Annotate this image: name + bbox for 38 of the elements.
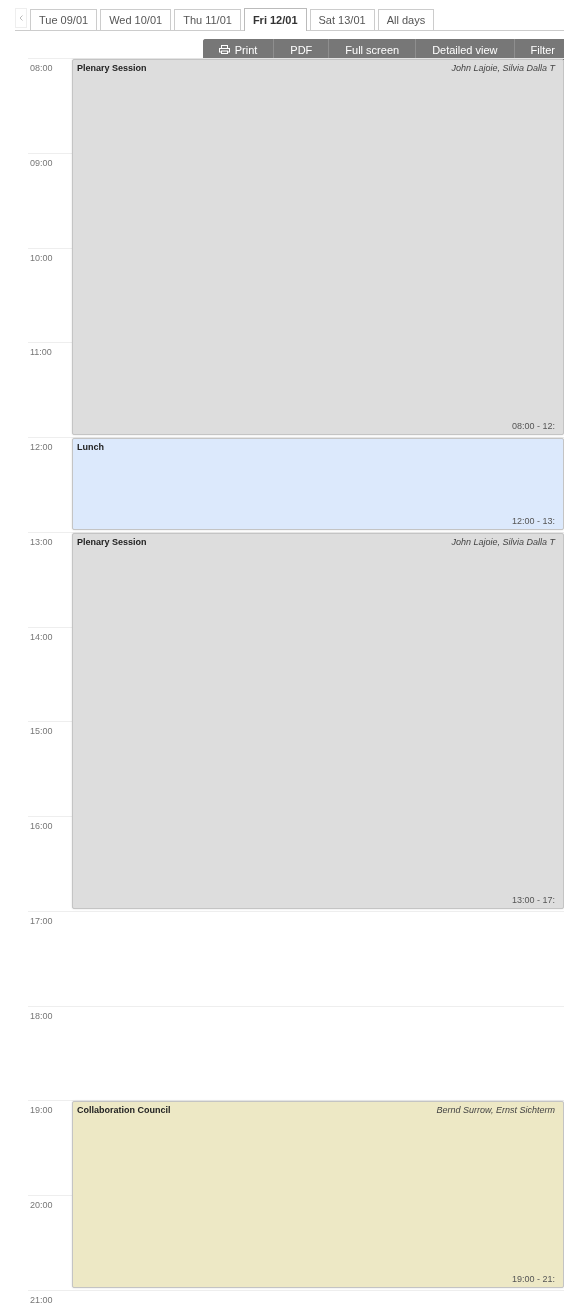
day-tab[interactable]: All days xyxy=(377,9,435,30)
day-tab[interactable]: Fri 12/01 xyxy=(243,8,307,31)
event-time: 12:00 - 13: xyxy=(511,515,555,526)
event-block[interactable]: Collaboration Council Bernd Surrow, Ernst Sichterm 19:00 - 21: xyxy=(72,1101,564,1288)
event-speakers: John Lajoie, Silvia Dalla T xyxy=(451,63,555,73)
event-time: 08:00 - 12: xyxy=(511,421,555,431)
hour-label: 19:00 xyxy=(30,1104,54,1117)
event-title: Plenary Session xyxy=(77,63,147,73)
day-tab[interactable]: Sat 13/01 xyxy=(309,9,375,30)
event-title: Collaboration Council xyxy=(77,1105,171,1116)
hour-label: 15:00 xyxy=(30,725,54,738)
event-speakers: Bernd Surrow, Ernst Sichterm xyxy=(436,1105,555,1116)
hour-label: 18:00 xyxy=(30,1009,54,1022)
hour-label: 16:00 xyxy=(30,820,54,832)
hour-label: 08:00 xyxy=(30,62,54,74)
event-speakers: John Lajoie, Silvia Dalla T xyxy=(451,536,555,547)
chevron-left-icon xyxy=(19,15,23,21)
day-tab[interactable]: Tue 09/01 xyxy=(30,9,98,30)
event-block[interactable]: Lunch 12:00 - 13: xyxy=(72,438,564,530)
event-block[interactable]: Plenary Session John Lajoie, Silvia Dalla T 13:00 - 17: xyxy=(72,532,564,909)
hour-label: 20:00 xyxy=(30,1199,54,1211)
event-block[interactable]: Plenary Session John Lajoie, Silvia Dalla T 08:00 - 12: xyxy=(72,59,564,435)
event-title: Lunch xyxy=(77,442,104,452)
printer-icon xyxy=(218,45,230,54)
event-title: Plenary Session xyxy=(77,536,147,547)
hour-label: 09:00 xyxy=(30,156,54,169)
hour-label: 13:00 xyxy=(30,535,54,548)
hour-label: 11:00 xyxy=(30,346,53,359)
hour-label: 12:00 xyxy=(30,441,54,453)
hour-label: 14:00 xyxy=(30,630,54,643)
hour-label: 10:00 xyxy=(30,251,54,264)
day-tab[interactable]: Wed 10/01 xyxy=(100,9,172,30)
event-time: 13:00 - 17: xyxy=(511,894,555,905)
event-time: 19:00 - 21: xyxy=(511,1273,555,1284)
previous-button[interactable] xyxy=(15,8,27,28)
day-tab[interactable]: Thu 11/01 xyxy=(174,9,241,30)
hour-label: 21:00 xyxy=(30,1293,54,1303)
hour-label: 17:00 xyxy=(30,914,54,927)
